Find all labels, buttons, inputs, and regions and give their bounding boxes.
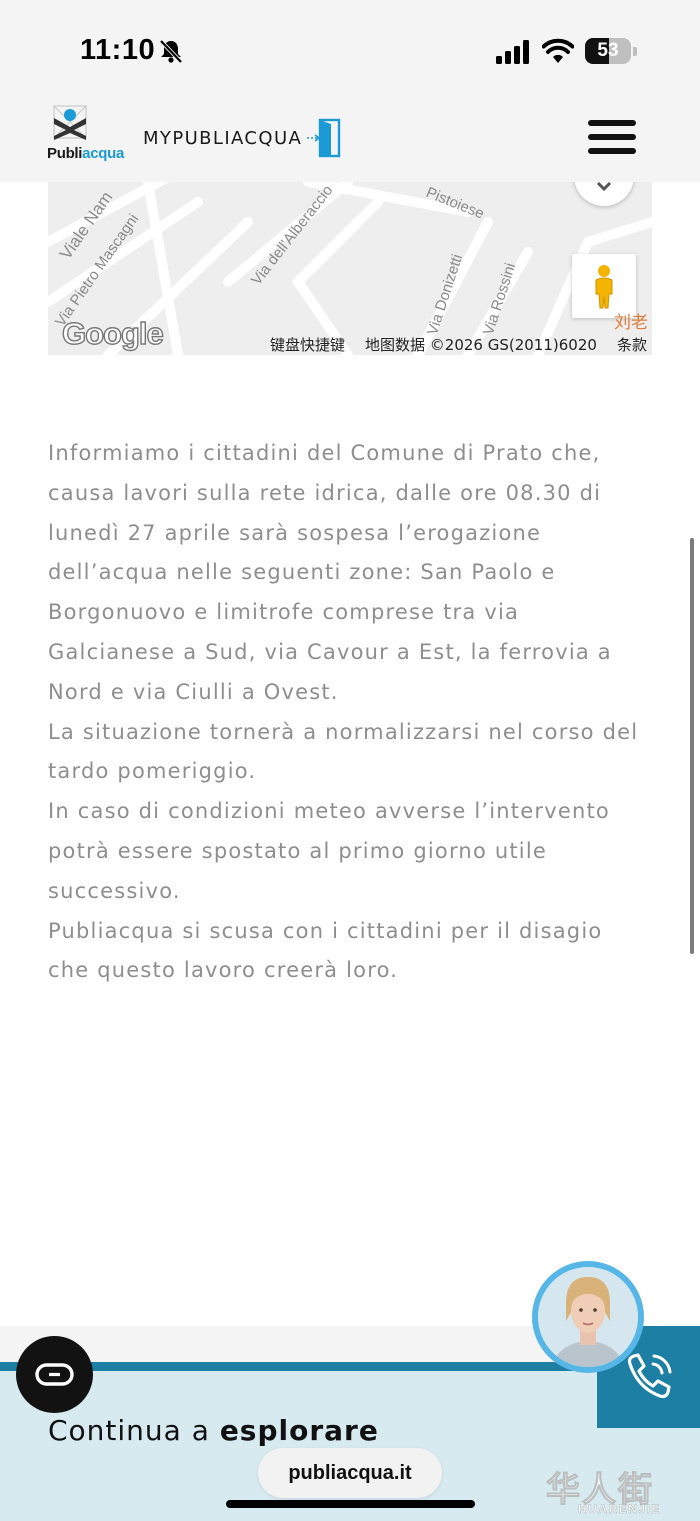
status-time: 11:10 [80,34,156,66]
map-data-link[interactable]: 地图数据 ©2026 GS(2011)6020 [365,336,597,354]
avatar-face [538,1267,638,1367]
page-scrollbar[interactable] [690,538,694,954]
bell-off-icon [159,39,183,64]
battery-icon: 53 [585,38,637,64]
logo-wordmark: Publiacqua [47,145,125,162]
article-body: Informiamo i cittadini del Comune di Pra… [48,434,648,991]
keyboard-shortcuts-link[interactable]: 键盘快捷键 [270,336,345,354]
map-embed[interactable]: Viale Nam Via Pietro Mascagni Via dell'A… [48,182,652,355]
home-indicator[interactable] [226,1500,475,1508]
hamburger-menu-icon[interactable] [586,118,638,156]
google-logo: Google [61,315,164,351]
article-paragraph: Informiamo i cittadini del Comune di Pra… [48,441,612,704]
explore-heading: Continua a esplorare [48,1414,379,1447]
map-attribution: 键盘快捷键 地图数据 ©2026 GS(2011)6020 条款 [270,334,652,355]
map-expand-button[interactable] [574,182,634,206]
chevron-down-icon [596,182,612,192]
assistant-avatar[interactable] [532,1261,644,1373]
door-login-icon[interactable] [307,118,343,158]
url-bar[interactable]: publiacqua.it [258,1448,442,1498]
terms-link[interactable]: 条款 [617,336,647,354]
wifi-icon [542,38,574,63]
cellular-signal-icon [496,40,529,64]
article-paragraph: In caso di condizioni meteo avverse l’in… [48,799,610,903]
mypubliacqua-link[interactable]: MYPUBLIACQUA [143,128,302,149]
reader-mode-button[interactable] [16,1336,93,1413]
watermark: 华人街 HUARENJIE [546,1470,661,1517]
map-poi-label: 刘老 [614,313,648,333]
article-paragraph: Publiacqua si scusa con i cittadini per … [48,918,603,983]
reader-mode-icon [35,1363,74,1386]
battery-level: 53 [597,40,619,61]
article-paragraph: La situazione tornerà a normalizzarsi ne… [48,719,639,784]
phone-call-icon [627,1353,672,1399]
